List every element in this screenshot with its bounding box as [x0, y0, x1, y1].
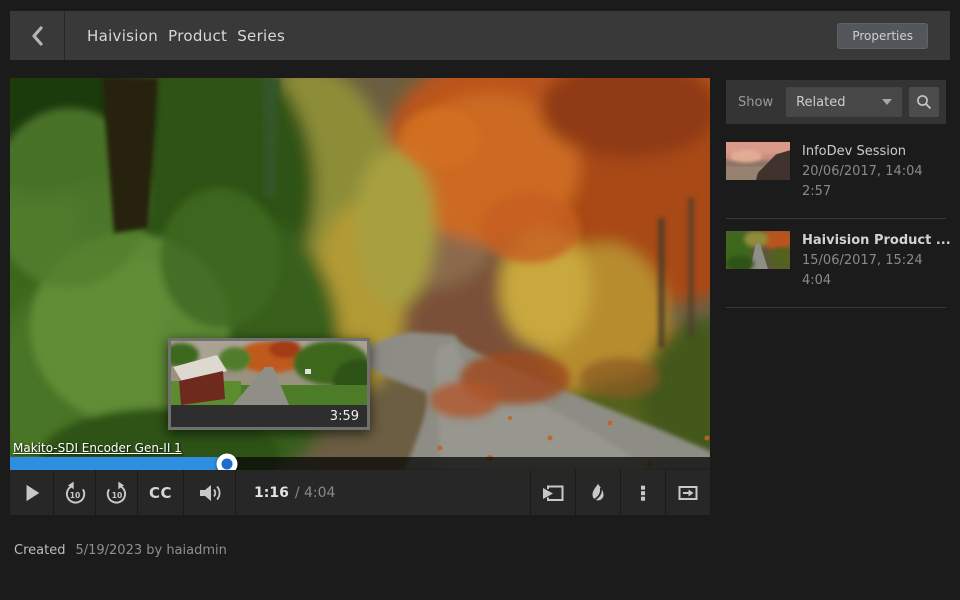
volume-icon: [197, 481, 223, 505]
duration: 4:04: [304, 485, 335, 501]
arrow-in-box-icon: [676, 481, 700, 505]
seek-preview-tooltip: 3:59: [168, 338, 370, 430]
search-icon: [916, 94, 932, 110]
related-item-meta: Haivision Product ... 15/06/2017, 15:24 …: [802, 231, 946, 291]
volume-button[interactable]: [184, 470, 236, 515]
related-list: InfoDev Session 20/06/2017, 14:04 2:57: [726, 140, 946, 308]
player-control-bar: 10 10 CC 1:16 / 4:04: [10, 470, 710, 515]
kebab-menu-icon: [632, 481, 654, 505]
svg-text:10: 10: [111, 490, 122, 499]
created-row: Created 5/19/2023 by haiadmin: [14, 543, 227, 558]
seek-progress: [10, 457, 227, 470]
related-item-datetime: 20/06/2017, 14:04: [802, 162, 923, 182]
related-item-title[interactable]: InfoDev Session: [802, 142, 923, 162]
skip-back-10-icon: 10: [62, 480, 88, 506]
related-item-title[interactable]: Haivision Product ...: [802, 231, 946, 251]
chevron-down-icon: [882, 99, 892, 105]
related-item-duration: 4:04: [802, 271, 946, 291]
thumbnail-image: [726, 231, 790, 269]
top-bar: Haivision Product Series Properties: [10, 11, 950, 60]
related-item[interactable]: Haivision Product ... 15/06/2017, 15:24 …: [726, 229, 946, 308]
related-item[interactable]: InfoDev Session 20/06/2017, 14:04 2:57: [726, 140, 946, 219]
related-item-meta: InfoDev Session 20/06/2017, 14:04 2:57: [802, 142, 923, 202]
seek-preview-timestamp: 3:59: [171, 405, 367, 427]
exit-player-button[interactable]: [665, 470, 710, 515]
created-label: Created: [14, 543, 65, 558]
show-filter-row: Show Related: [726, 80, 946, 124]
more-options-button[interactable]: [620, 470, 665, 515]
properties-button[interactable]: Properties: [837, 23, 928, 49]
back-button[interactable]: [10, 11, 64, 60]
share-button[interactable]: [530, 470, 575, 515]
flame-icon: [587, 481, 609, 505]
closed-captions-button[interactable]: CC: [138, 470, 184, 515]
seek-preview-image: [171, 341, 367, 405]
related-item-duration: 2:57: [802, 182, 923, 202]
app-window: Haivision Product Series Properties: [0, 0, 960, 600]
video-frame[interactable]: 3:59 Makito-SDI Encoder Gen-II 1: [10, 78, 710, 470]
created-value: 5/19/2023 by haiadmin: [75, 543, 226, 558]
skip-back-10-button[interactable]: 10: [54, 470, 96, 515]
skip-forward-10-icon: 10: [104, 480, 130, 506]
time-display: 1:16 / 4:04: [236, 470, 530, 515]
cc-label: CC: [149, 484, 172, 502]
play-in-box-icon: [541, 481, 565, 505]
skip-forward-10-button[interactable]: 10: [96, 470, 138, 515]
seek-thumb-dot: [222, 458, 233, 469]
current-time: 1:16: [254, 485, 289, 501]
time-separator: /: [295, 485, 300, 501]
thumbnail-image: [726, 142, 790, 180]
svg-text:10: 10: [69, 490, 80, 499]
play-button[interactable]: [10, 470, 54, 515]
related-sidebar: Show Related: [726, 80, 946, 318]
hotmark-label[interactable]: Makito-SDI Encoder Gen-II 1: [13, 441, 182, 455]
show-filter-value: Related: [796, 95, 845, 110]
related-item-datetime: 15/06/2017, 15:24: [802, 251, 946, 271]
seek-bar[interactable]: [10, 457, 710, 470]
topbar-divider: [64, 11, 65, 60]
search-button[interactable]: [909, 87, 939, 117]
show-label: Show: [738, 95, 773, 110]
flame-button[interactable]: [575, 470, 620, 515]
page-title: Haivision Product Series: [87, 27, 285, 45]
show-filter-dropdown[interactable]: Related: [786, 87, 902, 117]
back-chevron-icon: [30, 26, 44, 46]
play-icon: [22, 482, 42, 504]
